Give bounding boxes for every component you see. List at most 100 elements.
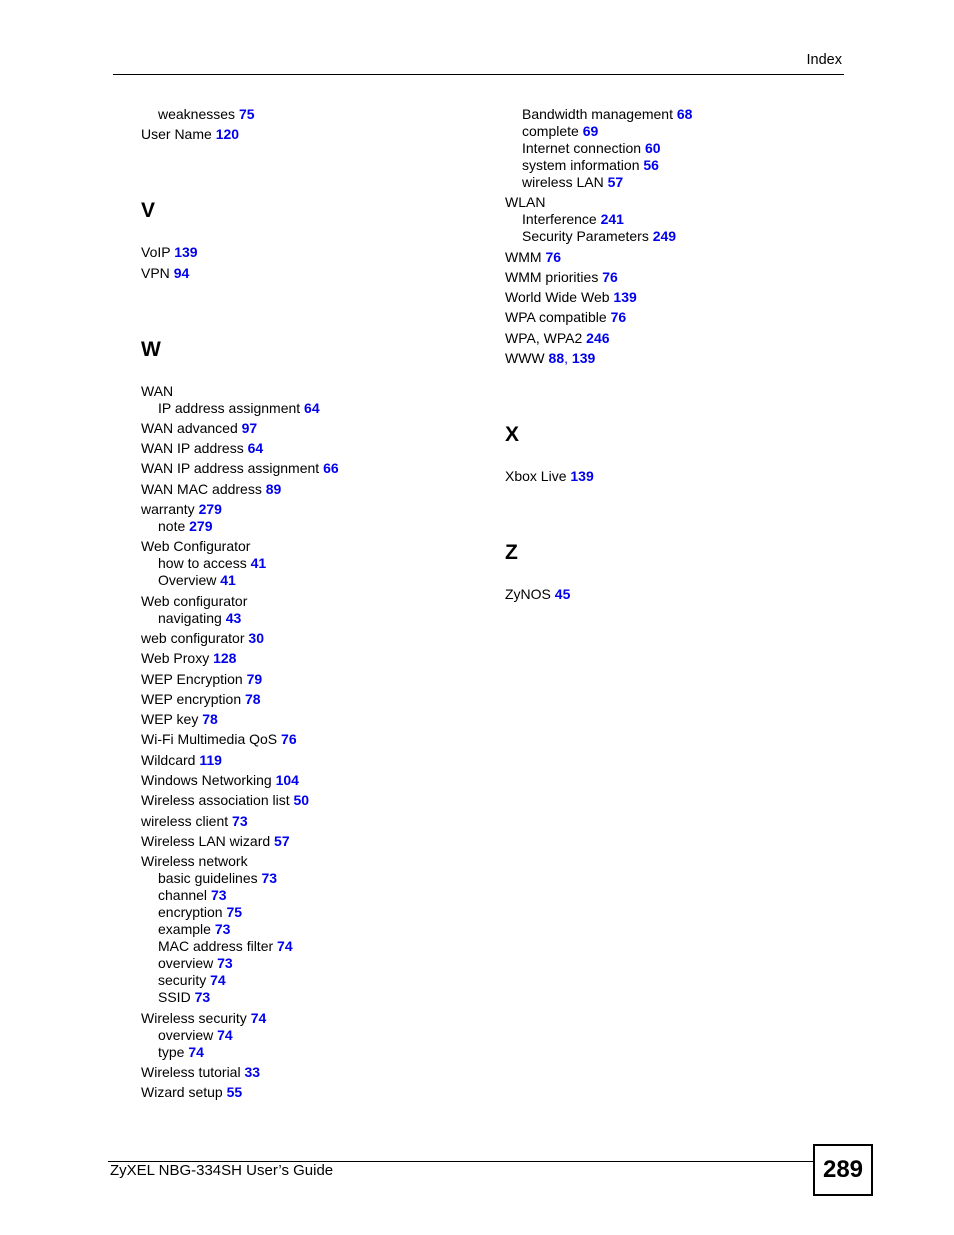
index-term: wireless LAN	[522, 174, 604, 190]
page-link[interactable]: 64	[248, 440, 264, 456]
page-link[interactable]: 139	[570, 468, 593, 484]
page-link[interactable]: 139	[613, 289, 636, 305]
page-link[interactable]: 88	[549, 350, 565, 366]
index-term: example	[158, 921, 211, 938]
index-subentry: security 74	[141, 972, 481, 989]
index-entry: Wireless security 74	[141, 1010, 481, 1027]
index-term: User Name	[141, 126, 212, 143]
page-link[interactable]: 139	[174, 244, 197, 260]
page-link[interactable]: 69	[583, 123, 599, 139]
page-link[interactable]: 139	[572, 350, 595, 366]
page-link[interactable]: 73	[217, 955, 233, 971]
page-link[interactable]: 76	[611, 309, 627, 325]
index-subentry: Bandwidth management 68	[505, 106, 845, 123]
page-link[interactable]: 76	[545, 249, 561, 265]
page-link[interactable]: 74	[277, 938, 293, 954]
index-entry: Xbox Live 139	[505, 468, 845, 485]
page-link[interactable]: 241	[601, 211, 624, 227]
page-link[interactable]: 73	[232, 813, 248, 829]
page-link[interactable]: 74	[210, 972, 226, 988]
page-link[interactable]: 246	[586, 330, 609, 346]
page-link[interactable]: 128	[213, 650, 236, 666]
page-link[interactable]: 57	[608, 174, 624, 190]
index-term: Overview	[158, 572, 217, 589]
index-subentry: Internet connection 60	[505, 140, 845, 157]
page-link[interactable]: 50	[294, 792, 310, 808]
index-subentry: system information 56	[505, 157, 845, 174]
page-link[interactable]: 78	[245, 691, 261, 707]
page-link[interactable]: 75	[226, 904, 242, 920]
page-link[interactable]: 43	[226, 610, 242, 626]
page-link[interactable]: 30	[248, 630, 264, 646]
index-entry: Wireless association list 50	[141, 792, 481, 809]
index-term: WWW	[505, 350, 545, 367]
index-term: VPN	[141, 264, 170, 281]
page-link[interactable]: 97	[242, 420, 258, 436]
page-link[interactable]: 56	[643, 157, 659, 173]
index-entry: WEP key 78	[141, 711, 481, 728]
index-entry: Wireless tutorial 33	[141, 1064, 481, 1081]
page-link[interactable]: 68	[677, 106, 693, 122]
page-link[interactable]: 104	[276, 772, 299, 788]
page-link[interactable]: 66	[323, 460, 339, 476]
page-link[interactable]: 74	[251, 1010, 267, 1026]
page-link[interactable]: 64	[304, 400, 320, 416]
index-term: WAN	[141, 382, 174, 399]
page-link[interactable]: 33	[244, 1064, 260, 1080]
index-term: Bandwidth management	[522, 106, 673, 122]
page-link[interactable]: 73	[195, 989, 211, 1005]
index-subentry: overview 73	[141, 955, 481, 972]
index-term: overview	[158, 1026, 214, 1043]
index-term: MAC address filter	[158, 938, 274, 955]
page-link[interactable]: 94	[174, 265, 190, 281]
page-link[interactable]: 73	[211, 887, 227, 903]
index-column-left: weaknesses 75 User Name 120 V VoIP 139 VPN 9…	[141, 106, 481, 1101]
page-link[interactable]: 249	[653, 228, 676, 244]
page-link[interactable]: 73	[215, 921, 231, 937]
page-link[interactable]: 74	[188, 1044, 204, 1060]
index-term: security	[158, 972, 207, 989]
page-link[interactable]: 78	[202, 711, 218, 727]
index-entry: WMM 76	[505, 249, 845, 266]
index-term: Web Configurator	[141, 538, 251, 555]
page-link[interactable]: 74	[217, 1027, 233, 1043]
index-term: World Wide Web	[505, 289, 610, 306]
page-link[interactable]: 41	[220, 572, 236, 588]
page-link[interactable]: 76	[281, 731, 297, 747]
index-term: Wizard setup	[141, 1084, 223, 1101]
index-term: WPA, WPA2	[505, 329, 583, 346]
index-entry: WAN	[141, 383, 481, 400]
page-link[interactable]: 73	[262, 870, 278, 886]
page-link[interactable]: 57	[274, 833, 290, 849]
page-link[interactable]: 76	[602, 269, 618, 285]
page-link[interactable]: 41	[251, 555, 267, 571]
page-link[interactable]: 75	[239, 106, 255, 122]
page-link[interactable]: 60	[645, 140, 661, 156]
index-entry: Wildcard 119	[141, 752, 481, 769]
page-link[interactable]: 79	[247, 671, 263, 687]
index-term: WEP key	[141, 711, 199, 728]
page-link[interactable]: 45	[555, 586, 571, 602]
index-term: Web Proxy	[141, 650, 210, 667]
index-subentry: note 279	[141, 518, 481, 535]
index-entry: ZyNOS 45	[505, 586, 845, 603]
page-link[interactable]: 120	[216, 126, 239, 142]
index-entry: WWW 88, 139	[505, 350, 845, 367]
index-subentry: complete 69	[505, 123, 845, 140]
index-term: WAN MAC address	[141, 480, 262, 497]
page-link[interactable]: 279	[199, 501, 222, 517]
index-entry: WAN MAC address 89	[141, 481, 481, 498]
index-entry: WPA compatible 76	[505, 309, 845, 326]
index-term: Web configurator	[141, 592, 248, 609]
page-link[interactable]: 279	[189, 518, 212, 534]
index-term: complete	[522, 123, 579, 139]
page-link[interactable]: 55	[227, 1084, 243, 1100]
index-subentry: navigating 43	[141, 610, 481, 627]
index-entry: WLAN	[505, 194, 845, 211]
page-link[interactable]: 89	[266, 481, 282, 497]
page-link[interactable]: 119	[199, 752, 222, 768]
